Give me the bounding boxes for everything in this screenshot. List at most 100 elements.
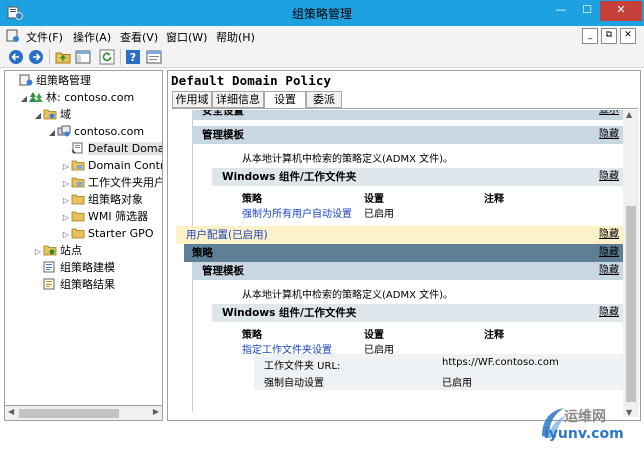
collapsed-arrow-icon[interactable]: ▷	[33, 243, 43, 260]
properties-icon[interactable]	[146, 49, 162, 65]
tab-details[interactable]: 详细信息	[212, 91, 264, 108]
tree-item-work-folders-users[interactable]: ▷ 工作文件夹用户	[61, 174, 163, 192]
scrollbar-thumb[interactable]	[19, 409, 119, 418]
tree-item-label: 组策略对象	[88, 193, 143, 206]
tree-item-label: contoso.com	[74, 125, 145, 138]
expanded-arrow-icon[interactable]: ◢	[19, 90, 29, 107]
tree-item-gp-modeling[interactable]: 组策略建模	[33, 259, 115, 276]
minimize-button[interactable]: —	[548, 1, 574, 21]
security-settings-heading: 安全设置 显示	[192, 110, 623, 120]
collapsed-arrow-icon[interactable]: ▷	[61, 192, 71, 209]
tab-delegation[interactable]: 委派	[306, 91, 342, 108]
admx-note: 从本地计算机中检索的策略定义(ADMX 文件)。	[242, 154, 454, 165]
modeling-icon	[43, 261, 55, 273]
mdi-restore-button[interactable]: ⧉	[601, 28, 617, 44]
tree-item-starter-gpos[interactable]: ▷ Starter GPO	[61, 225, 154, 243]
tree-item-label: WMI 筛选器	[88, 210, 149, 223]
mdi-close-button[interactable]: ✕	[620, 28, 636, 44]
refresh-icon[interactable]	[99, 49, 115, 65]
tree-item-default-domain-policy[interactable]: Default Domai	[61, 140, 162, 157]
mdi-minimize-button[interactable]: _	[582, 28, 598, 44]
menu-window[interactable]: 窗口(W)	[166, 29, 207, 45]
user-configuration-label: 用户配置(已启用)	[186, 229, 268, 241]
tree-item-label: 站点	[60, 244, 82, 257]
menu-system-icon[interactable]	[6, 29, 20, 43]
tree-horizontal-scrollbar[interactable]: ◀ ▶	[4, 405, 163, 421]
tab-settings[interactable]: 设置	[264, 91, 306, 109]
toolbar: ?	[0, 46, 644, 68]
detail-label-url: 工作文件夹 URL:	[264, 361, 341, 372]
menu-view[interactable]: 查看(V)	[120, 29, 158, 45]
scroll-up-arrow-icon[interactable]: ▲	[626, 110, 632, 119]
hide-link[interactable]: 隐藏	[599, 262, 619, 280]
back-arrow-icon[interactable]	[8, 49, 24, 65]
tree-item-gp-results[interactable]: 组策略结果	[33, 276, 115, 293]
close-button[interactable]: ✕	[600, 1, 642, 21]
detail-value-url: https://WF.contoso.com	[442, 357, 559, 368]
menu-help[interactable]: 帮助(H)	[216, 29, 255, 45]
wmi-folder-icon	[71, 211, 85, 222]
column-header-policy: 策略	[242, 194, 262, 205]
column-header-setting: 设置	[364, 330, 384, 341]
tree-item-domain[interactable]: ◢ contoso.com	[47, 123, 144, 140]
admx-note: 从本地计算机中检索的策略定义(ADMX 文件)。	[242, 290, 454, 301]
tree-item-gpmc-root[interactable]: 组策略管理	[9, 72, 91, 89]
help-icon[interactable]: ?	[125, 49, 141, 65]
results-icon	[43, 278, 55, 290]
collapsed-arrow-icon[interactable]: ▷	[61, 226, 71, 243]
hide-link[interactable]: 隐藏	[599, 244, 619, 262]
starter-gpo-folder-icon	[71, 228, 85, 239]
tree-item-label: 组策略管理	[36, 74, 91, 87]
tree-item-wmi-filters[interactable]: ▷ WMI 筛选器	[61, 208, 148, 225]
tree-item-label: Domain Contro	[88, 159, 163, 172]
forward-arrow-icon[interactable]	[28, 49, 44, 65]
hide-link[interactable]: 隐藏	[599, 126, 619, 144]
hide-link[interactable]: 隐藏	[599, 226, 619, 244]
watermark-text: 运维网	[564, 409, 606, 425]
tree-item-domain-controllers[interactable]: ▷ Domain Contro	[61, 157, 163, 175]
menu-action[interactable]: 操作(A)	[73, 29, 111, 45]
tree-item-forest[interactable]: ◢ 林: contoso.com	[19, 89, 134, 106]
work-folders-label: Windows 组件/工作文件夹	[222, 307, 357, 319]
tree-item-label: Default Domai	[88, 142, 162, 155]
expanded-arrow-icon[interactable]: ◢	[33, 107, 43, 124]
policy-link-auto-setup[interactable]: 强制为所有用户自动设置	[242, 205, 352, 220]
toolbar-separator	[120, 49, 121, 65]
column-header-comment: 注释	[484, 330, 504, 341]
gpo-title: Default Domain Policy	[171, 73, 332, 88]
menu-bar: 文件(F) 操作(A) 查看(V) 窗口(W) 帮助(H) _ ⧉ ✕	[0, 26, 644, 46]
tree-item-sites[interactable]: ▷ 站点	[33, 242, 82, 259]
user-admin-templates-heading: 管理模板 隐藏	[192, 262, 623, 280]
expanded-arrow-icon[interactable]: ◢	[47, 124, 57, 141]
detail-value-force: 已启用	[442, 378, 472, 389]
console-tree[interactable]: 组策略管理 ◢ 林: contoso.com ◢ 域 ◢ contoso.com De…	[4, 70, 163, 421]
hide-link[interactable]: 隐藏	[599, 168, 619, 186]
work-folders-label: Windows 组件/工作文件夹	[222, 171, 357, 183]
maximize-button[interactable]: ☐	[574, 1, 600, 21]
collapsed-arrow-icon[interactable]: ▷	[61, 209, 71, 226]
tree-item-domains[interactable]: ◢ 域	[33, 106, 71, 123]
show-link[interactable]: 显示	[599, 110, 619, 120]
scroll-left-arrow-icon[interactable]: ◀	[8, 407, 14, 416]
user-work-folders-heading: Windows 组件/工作文件夹 隐藏	[212, 304, 623, 322]
tree-item-group-policy-objects[interactable]: ▷ 组策略对象	[61, 191, 143, 208]
ou-folder-icon	[71, 160, 85, 171]
sites-folder-icon	[43, 245, 57, 256]
show-hide-console-tree-icon[interactable]	[75, 49, 91, 65]
scrollbar-thumb[interactable]	[626, 206, 636, 402]
tree-item-label: Starter GPO	[88, 227, 154, 240]
tree-item-label: 组策略建模	[60, 261, 115, 274]
hide-link[interactable]: 隐藏	[599, 304, 619, 322]
scroll-right-arrow-icon[interactable]: ▶	[153, 407, 159, 416]
admin-templates-label: 管理模板	[202, 129, 244, 141]
collapsed-arrow-icon[interactable]: ▷	[61, 158, 71, 175]
forest-icon	[29, 92, 43, 102]
tree-item-label: 工作文件夹用户	[88, 176, 163, 189]
policies-heading: 策略 隐藏	[184, 244, 623, 262]
gpo-link-icon	[71, 142, 83, 154]
tab-scope[interactable]: 作用域	[172, 91, 212, 108]
menu-file[interactable]: 文件(F)	[26, 29, 63, 45]
collapsed-arrow-icon[interactable]: ▷	[61, 175, 71, 192]
report-vertical-scrollbar[interactable]: ▲ ▼	[623, 110, 639, 417]
up-folder-icon[interactable]	[55, 49, 71, 65]
